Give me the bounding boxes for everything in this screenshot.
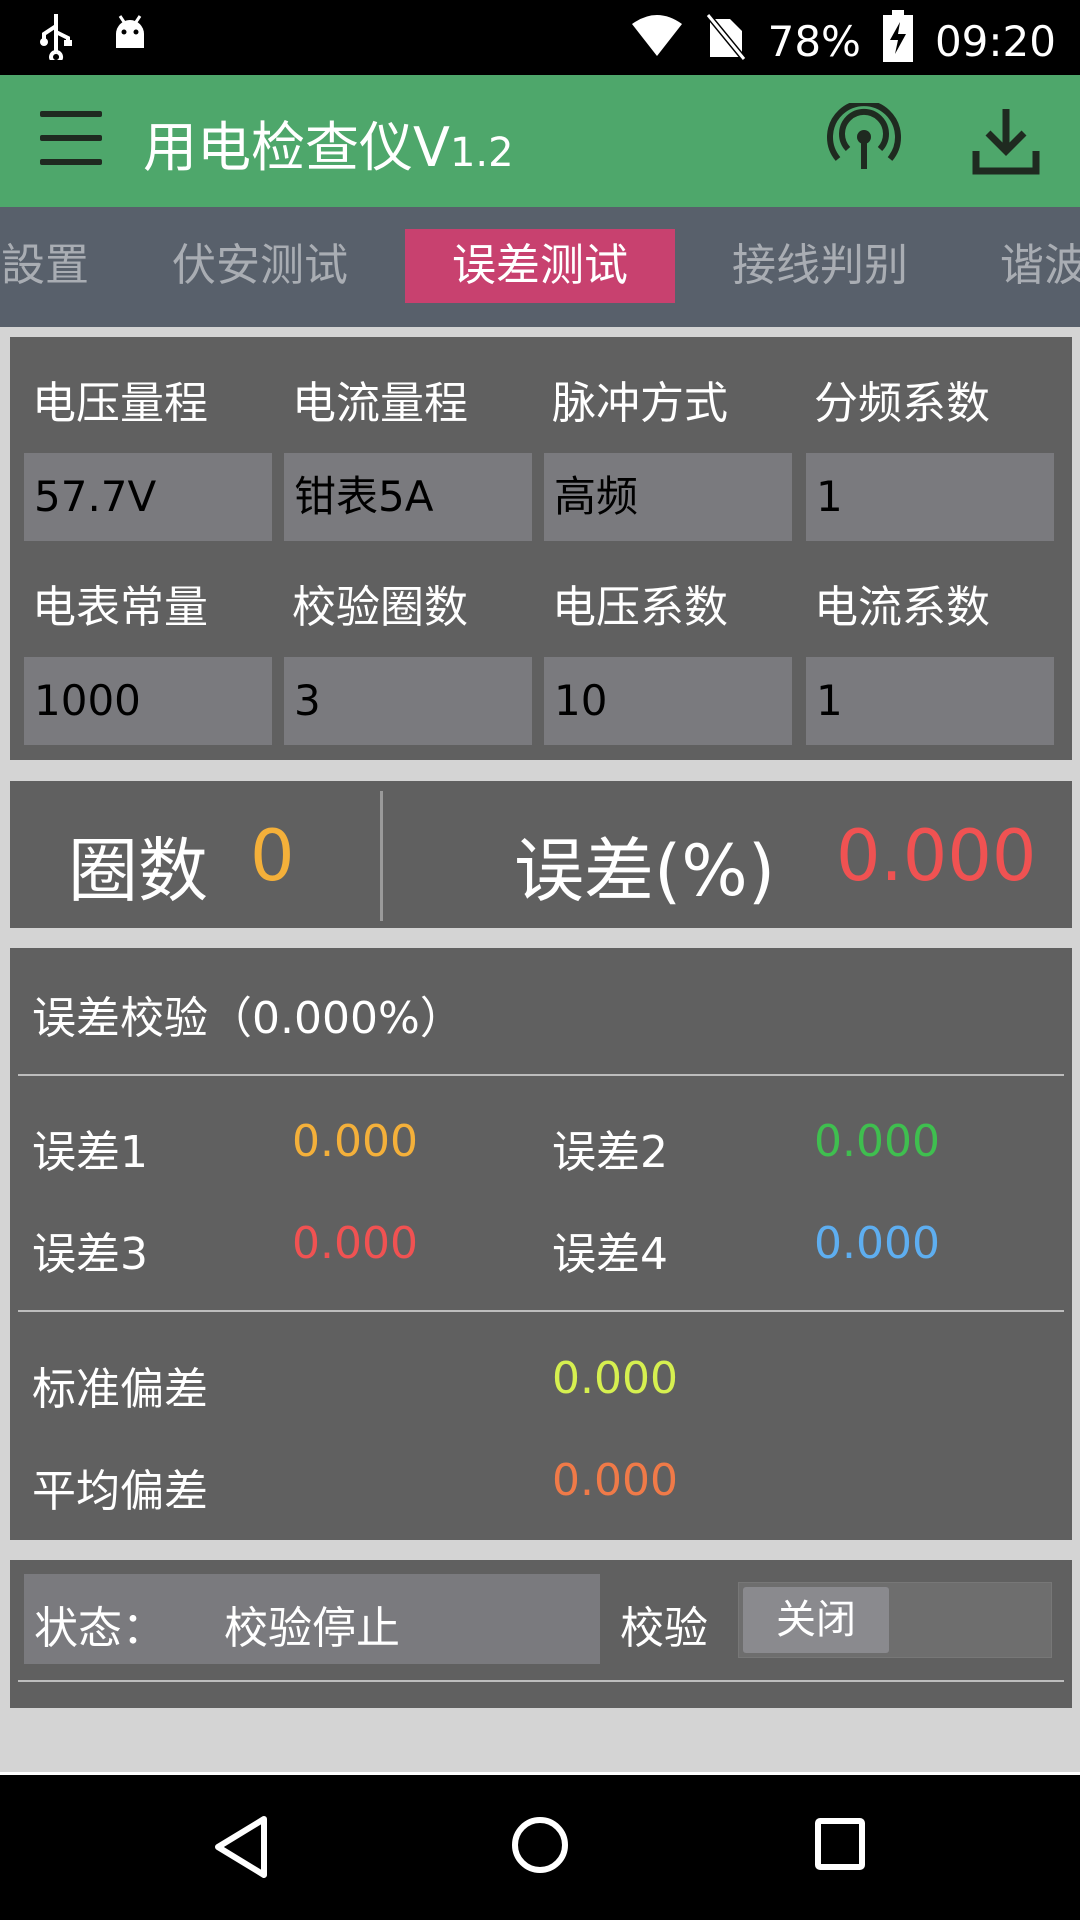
voltage-range-field[interactable]: 57.7V xyxy=(24,453,272,541)
tab-harmonic[interactable]: 谐波 xyxy=(1000,229,1080,303)
error1-label: 误差1 xyxy=(32,1127,148,1178)
current-range-field[interactable]: 钳表5A xyxy=(284,453,532,541)
app-title: 用电检查仪V1.2 xyxy=(143,103,514,182)
battery-icon xyxy=(882,10,913,72)
meter-constant-field[interactable]: 1000 xyxy=(24,657,272,745)
error-check-title: 误差校验（0.000%） xyxy=(32,993,464,1044)
android-icon xyxy=(110,12,150,64)
summary-divider xyxy=(380,791,383,921)
status-panel: 状态： 校验停止 校验 关闭 xyxy=(10,1560,1072,1708)
error2-label: 误差2 xyxy=(552,1127,668,1178)
summary-panel: 圈数 0 误差(%) 0.000 xyxy=(10,781,1072,928)
pulse-mode-field[interactable]: 高频 xyxy=(544,453,792,541)
current-range-label: 电流量程 xyxy=(292,378,468,429)
menu-icon[interactable] xyxy=(40,111,102,171)
clock: 09:20 xyxy=(934,16,1056,66)
avg-deviation-label: 平均偏差 xyxy=(32,1466,208,1517)
tab-bar: 設置 伏安测试 误差测试 接线判别 谐波 xyxy=(0,207,1080,327)
check-laps-label: 校验圈数 xyxy=(292,582,468,633)
error-percent-label: 误差(%) xyxy=(514,830,776,912)
check-toggle-label: 校验 xyxy=(620,1603,708,1654)
pulse-mode-label: 脉冲方式 xyxy=(552,378,728,429)
avg-deviation-value: 0.000 xyxy=(552,1455,678,1506)
navigation-bar xyxy=(0,1775,1080,1920)
tab-error-test[interactable]: 误差测试 xyxy=(405,229,675,303)
error2-value: 0.000 xyxy=(814,1116,940,1167)
wireless-icon[interactable] xyxy=(826,100,902,179)
app-version: 1.2 xyxy=(449,130,514,176)
check-toggle-switch[interactable]: 关闭 xyxy=(743,1587,889,1653)
divider xyxy=(18,1310,1064,1312)
voltage-factor-field[interactable]: 10 xyxy=(544,657,792,745)
app-title-text: 用电检查仪V xyxy=(143,116,450,179)
laps-label: 圈数 xyxy=(68,830,208,912)
battery-percent: 78% xyxy=(767,16,861,66)
divide-factor-field[interactable]: 1 xyxy=(806,453,1054,541)
app-bar: 用电检查仪V1.2 xyxy=(0,75,1080,207)
error-percent-value: 0.000 xyxy=(836,815,1037,897)
download-icon[interactable] xyxy=(968,103,1044,179)
current-factor-field[interactable]: 1 xyxy=(806,657,1054,745)
wifi-icon xyxy=(630,14,684,68)
divider xyxy=(18,1074,1064,1076)
error3-value: 0.000 xyxy=(292,1218,418,1269)
check-toggle-track[interactable]: 关闭 xyxy=(738,1582,1052,1658)
usb-icon xyxy=(38,12,74,64)
tab-settings[interactable]: 設置 xyxy=(0,229,100,303)
error4-label: 误差4 xyxy=(552,1229,668,1280)
check-laps-field[interactable]: 3 xyxy=(284,657,532,745)
tab-voltamp-test[interactable]: 伏安测试 xyxy=(150,229,370,303)
divider xyxy=(18,1680,1064,1682)
voltage-range-label: 电压量程 xyxy=(32,378,208,429)
error-check-panel: 误差校验（0.000%） 误差1 0.000 误差2 0.000 误差3 0.0… xyxy=(10,948,1072,1540)
error4-value: 0.000 xyxy=(814,1218,940,1269)
status-box: 状态： 校验停止 xyxy=(24,1574,600,1664)
current-factor-label: 电流系数 xyxy=(814,582,990,633)
error1-value: 0.000 xyxy=(292,1116,418,1167)
recents-icon[interactable] xyxy=(814,1817,866,1875)
laps-value: 0 xyxy=(250,815,295,897)
status-bar: 78% 09:20 xyxy=(0,0,1080,75)
divide-factor-label: 分频系数 xyxy=(814,378,990,429)
status-value: 校验停止 xyxy=(224,1603,400,1654)
no-sim-icon xyxy=(705,11,746,71)
std-deviation-label: 标准偏差 xyxy=(32,1364,208,1415)
tab-wiring-check[interactable]: 接线判别 xyxy=(710,229,930,303)
std-deviation-value: 0.000 xyxy=(552,1353,678,1404)
status-label: 状态： xyxy=(34,1603,166,1654)
home-icon[interactable] xyxy=(510,1815,570,1879)
meter-constant-label: 电表常量 xyxy=(32,582,208,633)
error3-label: 误差3 xyxy=(32,1229,148,1280)
params-panel: 电压量程 电流量程 脉冲方式 分频系数 57.7V 钳表5A 高频 1 电表常量… xyxy=(10,337,1072,760)
voltage-factor-label: 电压系数 xyxy=(552,582,728,633)
back-icon[interactable] xyxy=(212,1815,270,1883)
